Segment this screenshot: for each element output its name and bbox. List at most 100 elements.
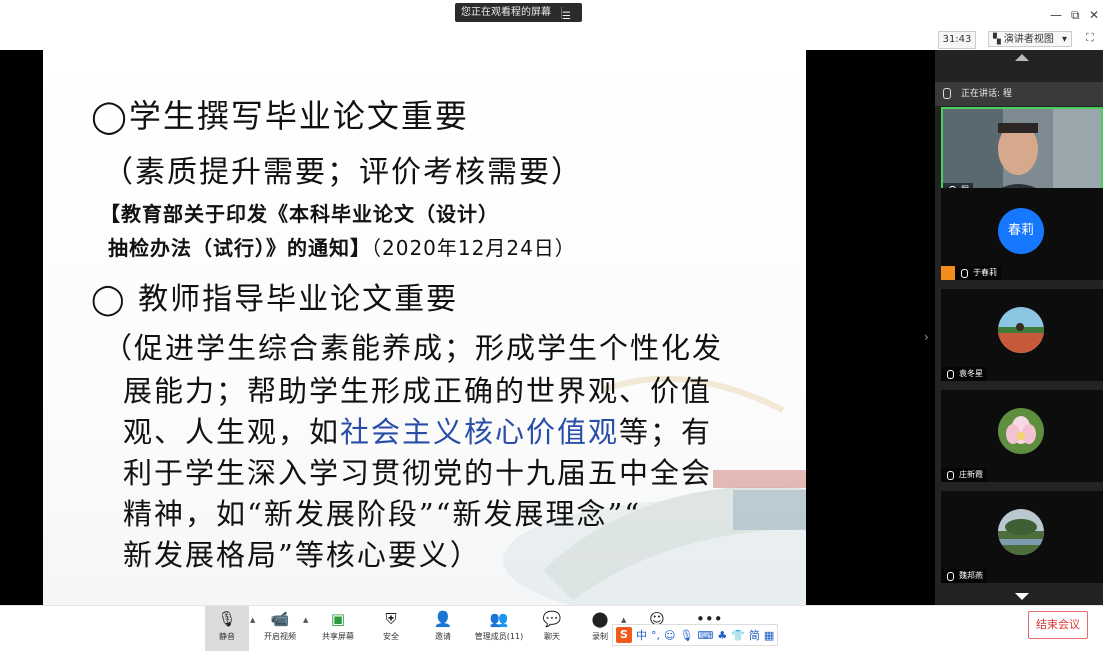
meeting-timer: 31:43 (938, 31, 976, 49)
share-screen-icon: ▣ (330, 610, 346, 628)
start-video-label: 开启视频 (264, 632, 296, 641)
scroll-up-icon[interactable] (1015, 54, 1029, 61)
slide-text: 观、人生观，如社会主义核心价值观等；有 (123, 409, 712, 451)
slide-text: 抽检办法（试行）》的通知】（2020年12月24日） (108, 232, 576, 261)
participant-video-panel: 正在讲话: 程 程 春莉 于春莉 (935, 50, 1103, 605)
manage-members-button[interactable]: 👥 管理成员(11) (472, 610, 526, 642)
chevron-up-icon[interactable]: ▲ (621, 616, 626, 624)
slide-text-segment: 等；有 (619, 415, 713, 449)
participant-name: 于春莉 (973, 268, 997, 277)
collapse-panel-icon[interactable]: › (924, 330, 929, 344)
chat-icon: 💬 (542, 610, 562, 628)
slide-text-segment: 观、人生观，如 (123, 415, 341, 449)
share-screen-label: 共享屏幕 (322, 632, 354, 641)
microphone-muted-icon (947, 572, 954, 581)
participant-tile[interactable]: 庄新霞 (941, 390, 1103, 482)
fullscreen-icon[interactable]: ⛶ (1086, 31, 1094, 45)
microphone-muted-icon (947, 471, 954, 480)
avatar: 春莉 (998, 208, 1044, 254)
presentation-slide: ◯学生撰写毕业论文重要 （素质提升需要；评价考核需要） 【教育部关于印发《本科毕… (43, 50, 806, 605)
avatar-image (998, 408, 1044, 454)
participant-tile[interactable]: 魏邦燕 (941, 491, 1103, 583)
punctuation-icon[interactable]: °, (651, 629, 660, 642)
slide-heading-2: ◯ 教师指导毕业论文重要 (91, 282, 459, 317)
shared-screen-area: ◯学生撰写毕业论文重要 （素质提升需要；评价考核需要） 【教育部关于印发《本科毕… (0, 50, 935, 605)
voice-input-icon[interactable]: 🎙 (679, 629, 693, 642)
participant-name: 庄新霞 (959, 470, 983, 479)
chinese-mode-icon[interactable]: 中 (636, 627, 647, 643)
share-menu-icon[interactable]: ☰ (561, 6, 576, 22)
invite-label: 邀请 (435, 632, 451, 641)
security-button[interactable]: ⛨ 安全 (376, 610, 406, 642)
end-meeting-button[interactable]: 结束会议 (1028, 611, 1088, 639)
mute-button[interactable]: 🎙 静音 (210, 610, 244, 642)
shield-icon: ⛨ (385, 610, 397, 628)
tools-icon[interactable]: ♣ (717, 629, 727, 642)
restore-icon[interactable]: ⧉ (1071, 8, 1080, 23)
participant-name-tag: 于春莉 (941, 266, 1001, 280)
participant-name-tag: 袁冬星 (941, 367, 987, 381)
slide-text: （促进学生综合素能养成；形成学生个性化发 (103, 331, 724, 365)
microphone-icon (943, 88, 951, 99)
simplified-icon[interactable]: 简 (749, 627, 760, 643)
slide-text: 精神，如“新发展阶段”“新发展理念”“ (123, 497, 642, 531)
screen-share-banner[interactable]: 您正在观看程的屏幕 ☰ (455, 3, 582, 22)
slide-text: 利于学生深入学习贯彻党的十九届五中全会 (123, 456, 713, 490)
avatar-image (998, 307, 1044, 353)
microphone-icon (961, 269, 968, 278)
participant-tile[interactable]: 袁冬星 (941, 289, 1103, 381)
avatar (998, 509, 1044, 555)
slide-text-segment: 抽检办法（试行）》的通知】 (108, 236, 371, 260)
scroll-down-icon[interactable] (1015, 593, 1029, 600)
grid-icon: ▚ (993, 34, 1004, 45)
view-mode-dropdown[interactable]: ▚ 演讲者视图 ▾ (988, 31, 1072, 47)
slide-text: 展能力；帮助学生形成正确的世界观、价值 (123, 374, 713, 408)
participant-name-tag: 庄新霞 (941, 468, 987, 482)
emoji-icon[interactable]: ☺ (664, 629, 675, 642)
input-method-toolbar[interactable]: S 中 °, ☺ 🎙 ⌨ ♣ 👕 简 ▦ (612, 624, 779, 646)
slide-text: 新发展格局”等核心要义） (123, 538, 481, 572)
slide-text: （素质提升需要；评价考核需要） (103, 155, 583, 190)
participant-name-tag: 魏邦燕 (941, 569, 987, 583)
chat-button[interactable]: 💬 聊天 (537, 610, 567, 642)
members-icon: 👥 (489, 610, 509, 628)
security-label: 安全 (383, 632, 399, 641)
record-label: 录制 (592, 632, 608, 641)
record-icon: ⬤ (591, 610, 609, 628)
participant-tile[interactable]: 程 (941, 107, 1103, 199)
chevron-up-icon[interactable]: ▲ (303, 616, 308, 624)
slide-text: 【教育部关于印发《本科毕业论文（设计） (100, 202, 499, 226)
chat-label: 聊天 (544, 632, 560, 641)
chevron-down-icon: ▾ (1061, 34, 1067, 45)
slide-highlight-text: 社会主义核心价值观 (340, 415, 620, 449)
invite-button[interactable]: 👤 邀请 (428, 610, 458, 642)
record-button[interactable]: ⬤ 录制 (588, 610, 612, 642)
participant-name: 袁冬星 (959, 369, 983, 378)
meeting-toolbar: 🎙 静音 ▲ 📹 开启视频 ▲ ▣ 共享屏幕 ⛨ 安全 👤 邀请 👥 管理成员(… (0, 605, 1103, 651)
grid-menu-icon[interactable]: ▦ (764, 629, 774, 642)
close-icon[interactable]: ✕ (1089, 8, 1099, 22)
user-icon (941, 266, 955, 280)
video-off-icon: 📹 (270, 610, 290, 628)
title-bar: 您正在观看程的屏幕 ☰ — ⧉ ✕ 31:43 ▚ 演讲者视图 ▾ ⛶ (0, 0, 1103, 51)
manage-members-label: 管理成员(11) (474, 632, 524, 641)
keyboard-icon[interactable]: ⌨ (697, 629, 713, 642)
share-banner-text: 您正在观看程的屏幕 (461, 7, 551, 18)
participant-tile[interactable]: 春莉 于春莉 (941, 188, 1103, 280)
avatar (998, 408, 1044, 454)
participant-name: 魏邦燕 (959, 571, 983, 580)
share-screen-button[interactable]: ▣ 共享屏幕 (318, 610, 358, 642)
slide-heading-1: ◯学生撰写毕业论文重要 (91, 97, 469, 135)
sogou-logo-icon: S (616, 627, 632, 643)
slide-date: （2020年12月24日） (371, 236, 576, 260)
view-mode-label: 演讲者视图 (1003, 34, 1054, 45)
add-user-icon: 👤 (433, 610, 453, 628)
active-speaker-label: 正在讲话: 程 (961, 89, 1012, 99)
chevron-up-icon[interactable]: ▲ (250, 616, 255, 624)
minimize-icon[interactable]: — (1050, 8, 1062, 22)
skin-icon[interactable]: 👕 (731, 629, 745, 642)
microphone-muted-icon (947, 370, 954, 379)
start-video-button[interactable]: 📹 开启视频 (262, 610, 298, 642)
microphone-icon: 🎙 (217, 610, 237, 628)
active-speaker-bar: 正在讲话: 程 (935, 82, 1103, 106)
